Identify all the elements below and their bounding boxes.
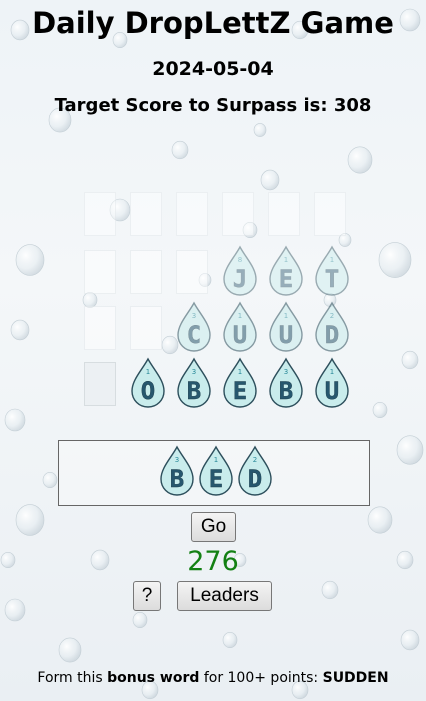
board-tile[interactable]: 8J: [222, 245, 258, 300]
empty-board-slot: [130, 250, 162, 294]
droplet-tile-icon: 8J: [223, 245, 257, 296]
letter-glyph: U: [325, 377, 339, 405]
droplet-tile-icon: 2D: [238, 445, 272, 496]
letter-glyph: E: [233, 377, 247, 405]
letter-glyph: U: [233, 321, 247, 349]
letter-board: 8J1E1T3C1U1U2D1O3B1E3B1U: [84, 188, 354, 410]
empty-board-slot: [314, 192, 346, 236]
droplet-tile-icon: 3C: [177, 301, 211, 352]
empty-board-slot: [176, 192, 208, 236]
droplet-tile-icon: 1O: [131, 357, 165, 408]
board-tile[interactable]: 3C: [176, 301, 212, 356]
letter-points: 1: [330, 256, 334, 264]
bonus-word-hint: Form this bonus word for 100+ points: SU…: [0, 670, 426, 686]
letter-glyph: O: [141, 377, 155, 405]
board-tile[interactable]: 1O: [130, 357, 166, 412]
empty-board-slot: [130, 306, 162, 350]
help-button[interactable]: ?: [133, 581, 161, 611]
letter-points: 2: [253, 456, 257, 464]
droplet-tile-icon: 3B: [177, 357, 211, 408]
letter-glyph: B: [279, 377, 293, 405]
letter-points: 1: [214, 456, 218, 464]
letter-glyph: E: [279, 265, 293, 293]
droplet-tile-icon: 1U: [269, 301, 303, 352]
empty-board-slot: [84, 192, 116, 236]
letter-glyph: U: [279, 321, 293, 349]
letter-glyph: T: [325, 265, 339, 293]
bonus-bold: bonus word: [107, 670, 200, 686]
droplet-tile-icon: 1E: [199, 445, 233, 496]
droplet-tile-icon: 1U: [315, 357, 349, 408]
empty-board-slot: [268, 192, 300, 236]
empty-board-slot: [84, 362, 116, 406]
target-score-label: Target Score to Surpass is: 308: [54, 95, 372, 116]
bonus-suffix: for 100+ points:: [203, 670, 319, 686]
empty-board-slot: [222, 192, 254, 236]
board-tile[interactable]: 3B: [176, 357, 212, 412]
page-title: Daily DropLettZ Game: [32, 6, 394, 40]
word-tile[interactable]: 3B: [159, 445, 195, 500]
droplet-tile-icon: 1U: [223, 301, 257, 352]
bonus-prefix: Form this: [37, 670, 103, 686]
letter-points: 3: [175, 456, 179, 464]
empty-board-slot: [130, 192, 162, 236]
letter-points: 1: [284, 312, 288, 320]
board-tile[interactable]: 1E: [268, 245, 304, 300]
letter-glyph: B: [187, 377, 201, 405]
letter-glyph: J: [233, 265, 247, 293]
board-tile[interactable]: 1U: [314, 357, 350, 412]
go-button[interactable]: Go: [191, 512, 236, 542]
game-date: 2024-05-04: [152, 58, 274, 80]
board-tile[interactable]: 1T: [314, 245, 350, 300]
leaders-button[interactable]: Leaders: [177, 581, 272, 611]
letter-points: 1: [146, 368, 150, 376]
letter-glyph: D: [248, 465, 262, 493]
droplet-tile-icon: 3B: [160, 445, 194, 496]
board-tile[interactable]: 2D: [314, 301, 350, 356]
letter-glyph: E: [209, 465, 223, 493]
empty-board-slot: [84, 250, 116, 294]
bonus-word: SUDDEN: [322, 670, 389, 686]
droplet-tile-icon: 1E: [223, 357, 257, 408]
board-tile[interactable]: 1E: [222, 357, 258, 412]
droplet-tile-icon: 1T: [315, 245, 349, 296]
current-score: 276: [187, 546, 239, 577]
droplet-tile-icon: 2D: [315, 301, 349, 352]
current-word-area[interactable]: 3B1E2D: [58, 440, 370, 506]
letter-glyph: B: [170, 465, 184, 493]
droplet-tile-icon: 1E: [269, 245, 303, 296]
letter-points: 2: [330, 312, 334, 320]
letter-points: 3: [284, 368, 288, 376]
letter-points: 1: [284, 256, 288, 264]
letter-points: 1: [330, 368, 334, 376]
word-tile[interactable]: 1E: [198, 445, 234, 500]
board-tile[interactable]: 3B: [268, 357, 304, 412]
letter-glyph: C: [187, 321, 201, 349]
empty-board-slot: [84, 306, 116, 350]
word-tile[interactable]: 2D: [237, 445, 273, 500]
board-tile[interactable]: 1U: [222, 301, 258, 356]
letter-points: 8: [238, 256, 242, 264]
letter-points: 1: [238, 312, 242, 320]
empty-board-slot: [176, 250, 208, 294]
board-tile[interactable]: 1U: [268, 301, 304, 356]
droplet-tile-icon: 3B: [269, 357, 303, 408]
letter-points: 1: [238, 368, 242, 376]
letter-points: 3: [192, 368, 196, 376]
letter-points: 3: [192, 312, 196, 320]
letter-glyph: D: [325, 321, 339, 349]
